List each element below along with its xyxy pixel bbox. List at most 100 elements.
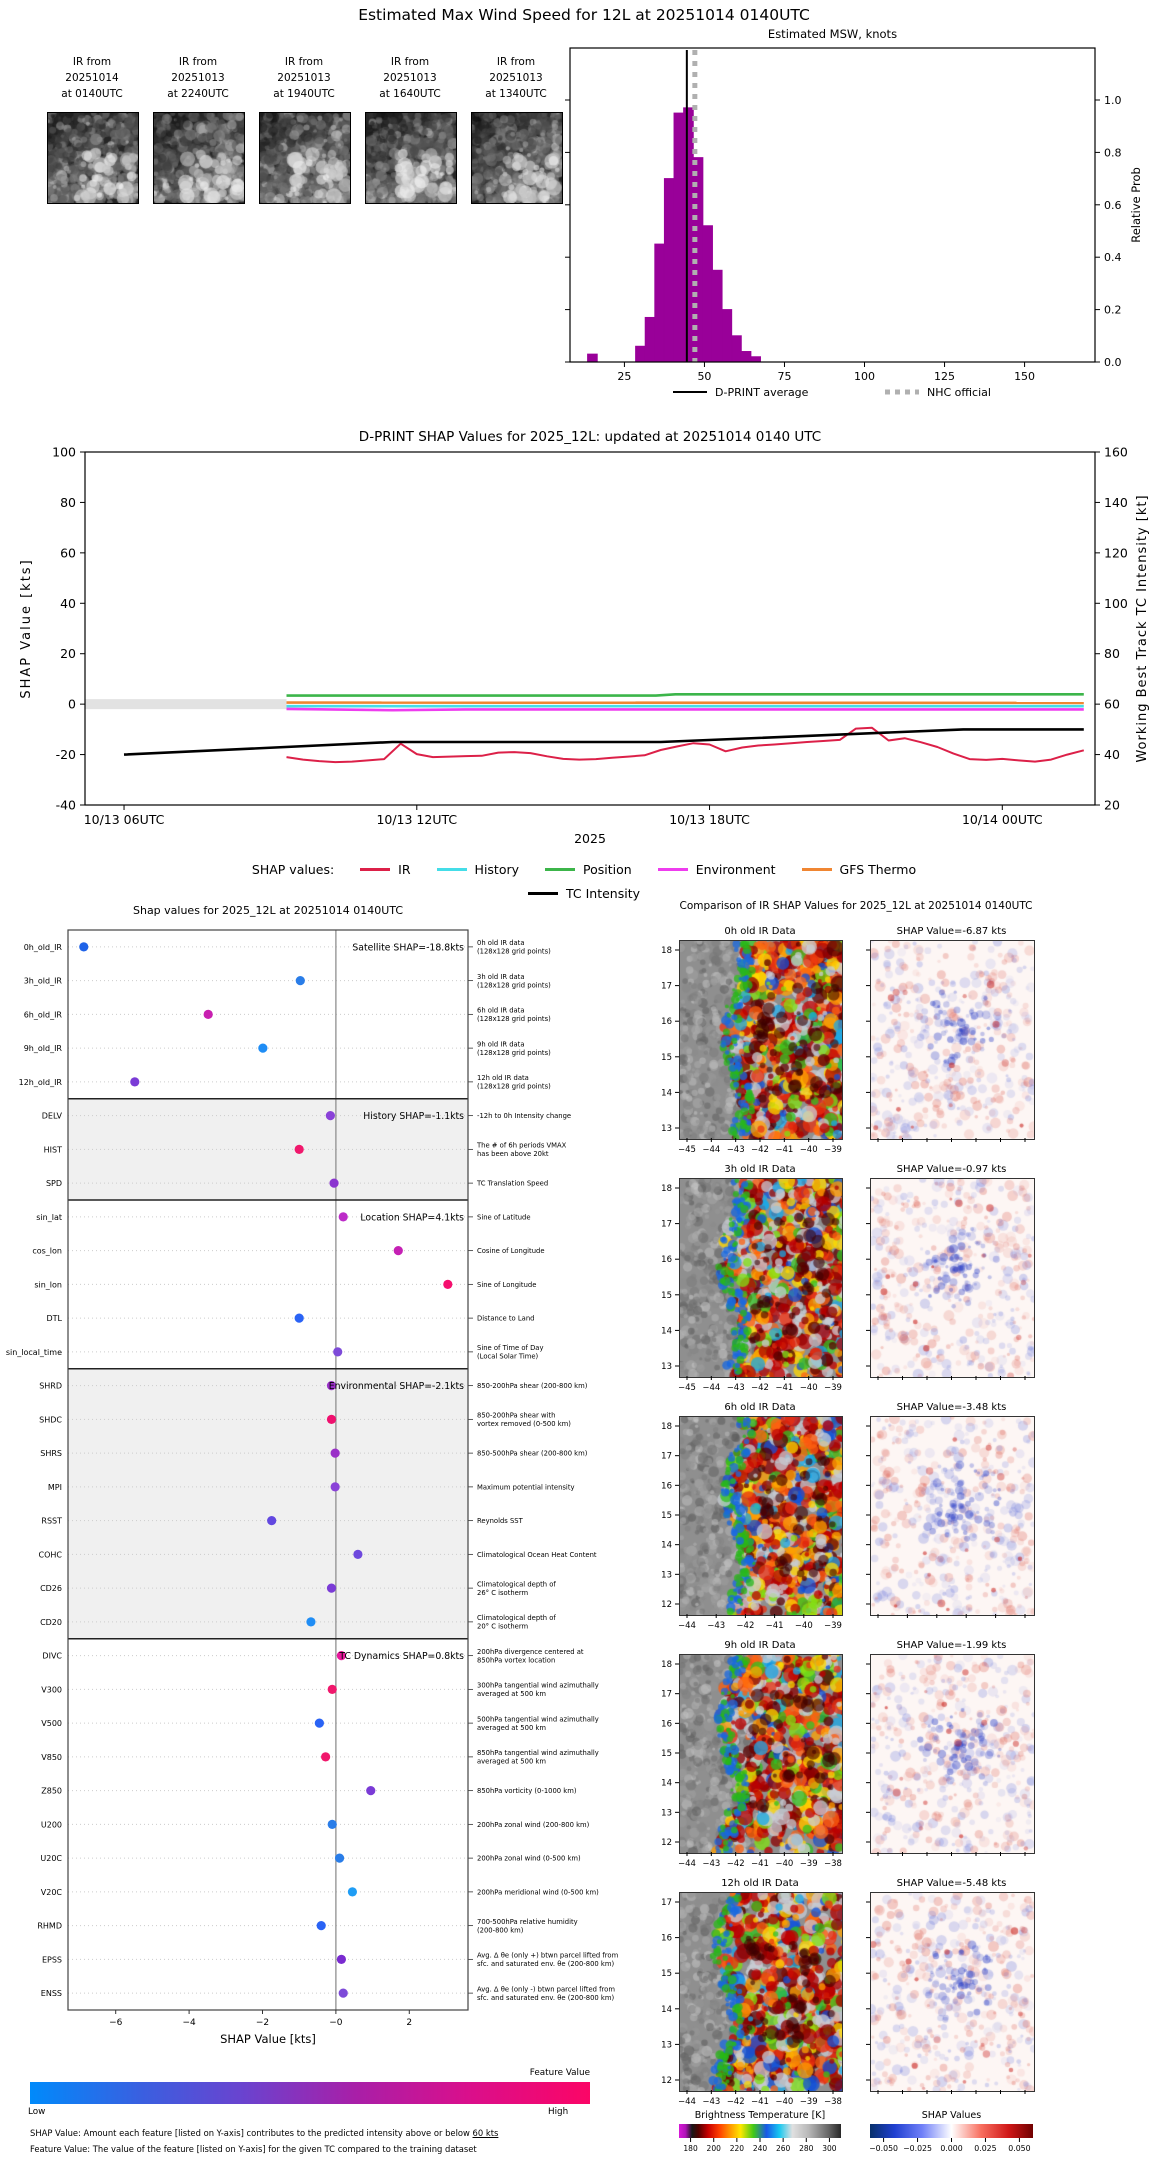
lon-tick-label: −44 xyxy=(702,1383,720,1393)
zero-band xyxy=(85,699,287,710)
shap-dot xyxy=(333,1347,343,1357)
timeseries-ytick-left: 100 xyxy=(52,445,76,460)
lon-tick-label: −43 xyxy=(707,1621,725,1631)
lat-tick-label: 13 xyxy=(661,1124,672,1134)
ir-data-map xyxy=(679,1654,843,1854)
ir-map-title: 3h old IR Data xyxy=(724,1164,795,1175)
timeseries-ytick-right: 140 xyxy=(1104,495,1128,510)
caption-line: at 2240UTC xyxy=(167,88,229,100)
histogram-bar xyxy=(731,335,742,363)
shap-values-colorbar xyxy=(870,2124,1033,2138)
shap-dot xyxy=(330,1448,340,1458)
ir-thumbnail-caption: IR from 20251014 at 0140UTC xyxy=(32,54,152,102)
msw-histogram-chart: Estimated MSW, knots 25 50 75 100 125 150 0.0 0.… xyxy=(565,27,1143,399)
brightness-temperature-colorbar xyxy=(679,2124,841,2138)
feature-description: Cosine of Longitude xyxy=(477,1247,545,1255)
feature-description: Sine of Time of Day (Local Solar Time) xyxy=(477,1344,544,1361)
feature-label: MPI xyxy=(48,1483,62,1492)
shap-colorbar-tick: 0.050 xyxy=(1008,2144,1030,2153)
shap-dot xyxy=(321,1752,331,1762)
caption-line: at 1940UTC xyxy=(273,88,335,100)
legend-swatch xyxy=(360,868,391,871)
series-ir xyxy=(286,726,1085,764)
caption-line: at 1640UTC xyxy=(379,88,441,100)
shap-dot xyxy=(338,1988,348,1998)
lon-tick-label: −45 xyxy=(678,1145,696,1155)
feature-label: COHC xyxy=(39,1550,63,1559)
timeseries-ytick-right: 60 xyxy=(1104,697,1120,712)
lat-tick-label: 18 xyxy=(661,1184,672,1194)
feature-description: Distance to Land xyxy=(477,1315,534,1323)
shap-dot xyxy=(393,1246,403,1256)
lon-tick-label: −42 xyxy=(751,1383,769,1393)
histogram-ylabel: Relative Prob xyxy=(1129,167,1143,243)
feature-label: CD20 xyxy=(40,1618,62,1627)
ir-data-map xyxy=(679,1416,843,1616)
timeseries-ytick-left: 20 xyxy=(60,646,76,661)
ir-data-map xyxy=(679,1178,843,1378)
lat-tick-label: 18 xyxy=(661,1660,672,1670)
shap-dot xyxy=(326,1583,337,1593)
legend-text: Environment xyxy=(695,862,776,877)
lat-tick-label: 12 xyxy=(661,1600,672,1610)
timeseries-ytick-right: 160 xyxy=(1104,445,1128,460)
bt-colorbar-tick: 300 xyxy=(822,2144,837,2153)
lon-tick-label: −42 xyxy=(751,1145,769,1155)
lon-tick-label: −44 xyxy=(678,1621,696,1631)
timeseries-ylabel-left: SHAP Value [kts] xyxy=(19,558,34,698)
timeseries-ytick-left: 40 xyxy=(60,596,76,611)
feature-description: -12h to 0h Intensity change xyxy=(477,1112,571,1120)
timeseries-ytick-right: 20 xyxy=(1104,798,1120,813)
shap-dot xyxy=(353,1549,363,1559)
shap-dot xyxy=(347,1887,358,1897)
ir-map-title: 6h old IR Data xyxy=(724,1402,795,1413)
shap-dot xyxy=(330,1482,340,1492)
lat-tick-label: 15 xyxy=(661,1969,672,1979)
timeseries-ytick-left: 60 xyxy=(60,545,76,560)
section-header: TC Dynamics SHAP=0.8kts xyxy=(338,1651,464,1662)
shap-dot xyxy=(338,1212,348,1222)
feature-shap-xtick: 2 xyxy=(406,2018,412,2028)
lon-tick-label: −41 xyxy=(766,1621,784,1631)
series-position xyxy=(286,692,1084,697)
lon-tick-label: −40 xyxy=(775,2097,793,2107)
ir-comparison-overlay: Comparison of IR SHAP Values for 2025_12… xyxy=(661,900,1032,2153)
lat-tick-label: 16 xyxy=(661,1017,672,1027)
feature-description: 3h old IR data (128x128 grid points) xyxy=(477,973,551,990)
timeseries-ylabel-right: Working Best Track TC Intensity [kt] xyxy=(1135,494,1150,762)
feature-label: ENSS xyxy=(41,1989,62,1998)
feature-label: EPSS xyxy=(42,1955,62,1964)
lat-tick-label: 13 xyxy=(661,1362,672,1372)
timeseries-ytick-left: 80 xyxy=(60,495,76,510)
lon-tick-label: −41 xyxy=(775,1145,793,1155)
timeseries-ytick-left: -40 xyxy=(56,798,76,813)
shap-value-map xyxy=(870,1892,1035,2092)
feature-value-colorbar xyxy=(30,2082,590,2104)
feature-label: sin_local_time xyxy=(6,1348,62,1357)
caption-line: IR from xyxy=(178,56,218,68)
lat-tick-label: 14 xyxy=(661,2005,672,2015)
lat-tick-label: 14 xyxy=(661,1326,672,1336)
feature-label: DIVC xyxy=(42,1652,62,1661)
ir-map-title: 12h old IR Data xyxy=(721,1878,799,1889)
legend-label: SHAP values: xyxy=(251,862,335,877)
shap-timeseries-panel: D-PRINT SHAP Values for 2025_12L: update… xyxy=(0,425,1168,901)
feature-label: SHRS xyxy=(40,1449,62,1458)
ir-thumbnail-caption: IR from 20251013 at 2240UTC xyxy=(138,54,258,102)
timeseries-ytick-right: 40 xyxy=(1104,747,1120,762)
msw-histogram-panel: Estimated MSW, knots 25 50 75 100 125 150 0.0 0.… xyxy=(555,26,1168,422)
lon-tick-label: −40 xyxy=(800,1145,818,1155)
section-header: Satellite SHAP=-18.8kts xyxy=(352,942,464,953)
lat-tick-label: 17 xyxy=(661,1220,672,1230)
bt-colorbar-tick: 280 xyxy=(799,2144,814,2153)
feature-label: SHRD xyxy=(39,1382,62,1391)
lon-tick-label: −39 xyxy=(800,1859,818,1869)
feature-label: 12h_old_IR xyxy=(19,1078,63,1087)
histogram-bar xyxy=(711,269,723,363)
shap-dot xyxy=(295,976,305,986)
lon-tick-label: −41 xyxy=(751,2097,769,2107)
lon-tick-label: −40 xyxy=(795,1621,813,1631)
ir-satellite-thumbnail xyxy=(365,112,457,204)
lat-tick-label: 13 xyxy=(661,1808,672,1818)
histogram-xtick: 125 xyxy=(934,370,955,383)
